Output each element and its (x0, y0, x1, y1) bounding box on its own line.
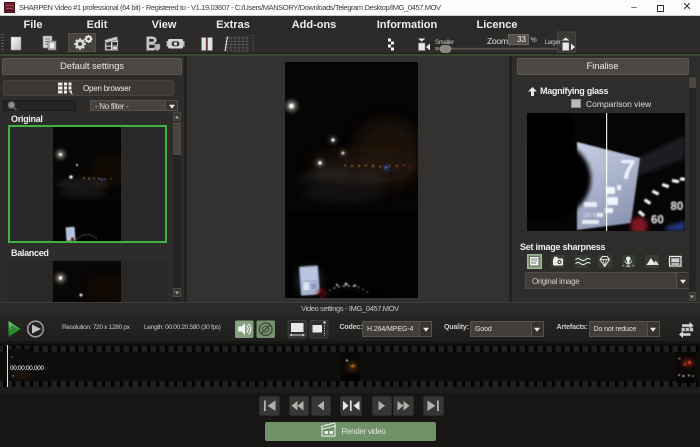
svg-text:80: 80 (671, 201, 684, 213)
svg-text:60: 60 (651, 214, 664, 226)
svg-text:7: 7 (620, 154, 636, 185)
svg-text::38 km: :38 km (582, 212, 602, 219)
